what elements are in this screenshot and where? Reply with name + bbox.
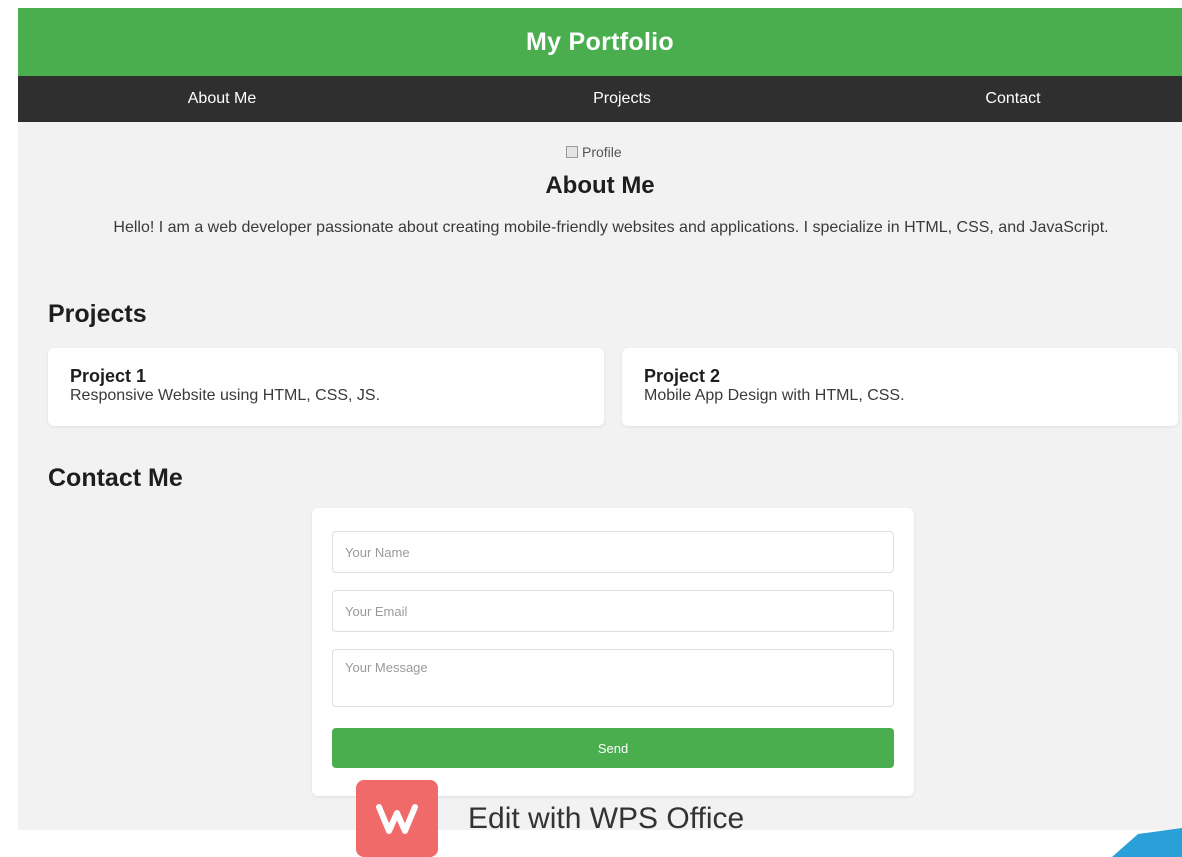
nav-link-contact[interactable]: Contact: [985, 76, 1040, 122]
project-description: Responsive Website using HTML, CSS, JS.: [70, 387, 381, 404]
top-bezel: [0, 0, 1182, 8]
wps-label: Edit with WPS Office: [468, 801, 745, 835]
project-description: Mobile App Design with HTML, CSS.: [644, 387, 905, 404]
project-title: Project 1: [70, 366, 147, 386]
name-input[interactable]: [332, 531, 894, 573]
contact-form: Send: [312, 508, 914, 796]
site-header: My Portfolio: [18, 8, 1182, 76]
profile-image-alt: Profile: [582, 144, 622, 160]
nav-link-projects[interactable]: Projects: [593, 76, 651, 122]
about-heading: About Me: [545, 172, 655, 199]
email-input[interactable]: [332, 590, 894, 632]
message-textarea[interactable]: [332, 649, 894, 707]
profile-image: Profile: [566, 144, 622, 160]
project-card: Project 2 Mobile App Design with HTML, C…: [622, 348, 1178, 426]
main-nav: About Me Projects Contact: [18, 76, 1182, 122]
contact-heading: Contact Me: [48, 464, 183, 492]
broken-image-icon: [566, 146, 578, 158]
about-paragraph: Hello! I am a web developer passionate a…: [113, 219, 1109, 236]
project-card: Project 1 Responsive Website using HTML,…: [48, 348, 604, 426]
project-title: Project 2: [644, 366, 721, 386]
wps-logo-icon: [356, 780, 438, 857]
wps-watermark[interactable]: Edit with WPS Office: [356, 780, 744, 857]
browser-page: My Portfolio About Me Projects Contact P…: [18, 8, 1182, 830]
corner-decoration: [1112, 828, 1182, 857]
projects-heading: Projects: [48, 300, 147, 328]
site-title: My Portfolio: [525, 27, 675, 56]
nav-link-about[interactable]: About Me: [188, 76, 256, 122]
send-button[interactable]: Send: [332, 728, 894, 768]
